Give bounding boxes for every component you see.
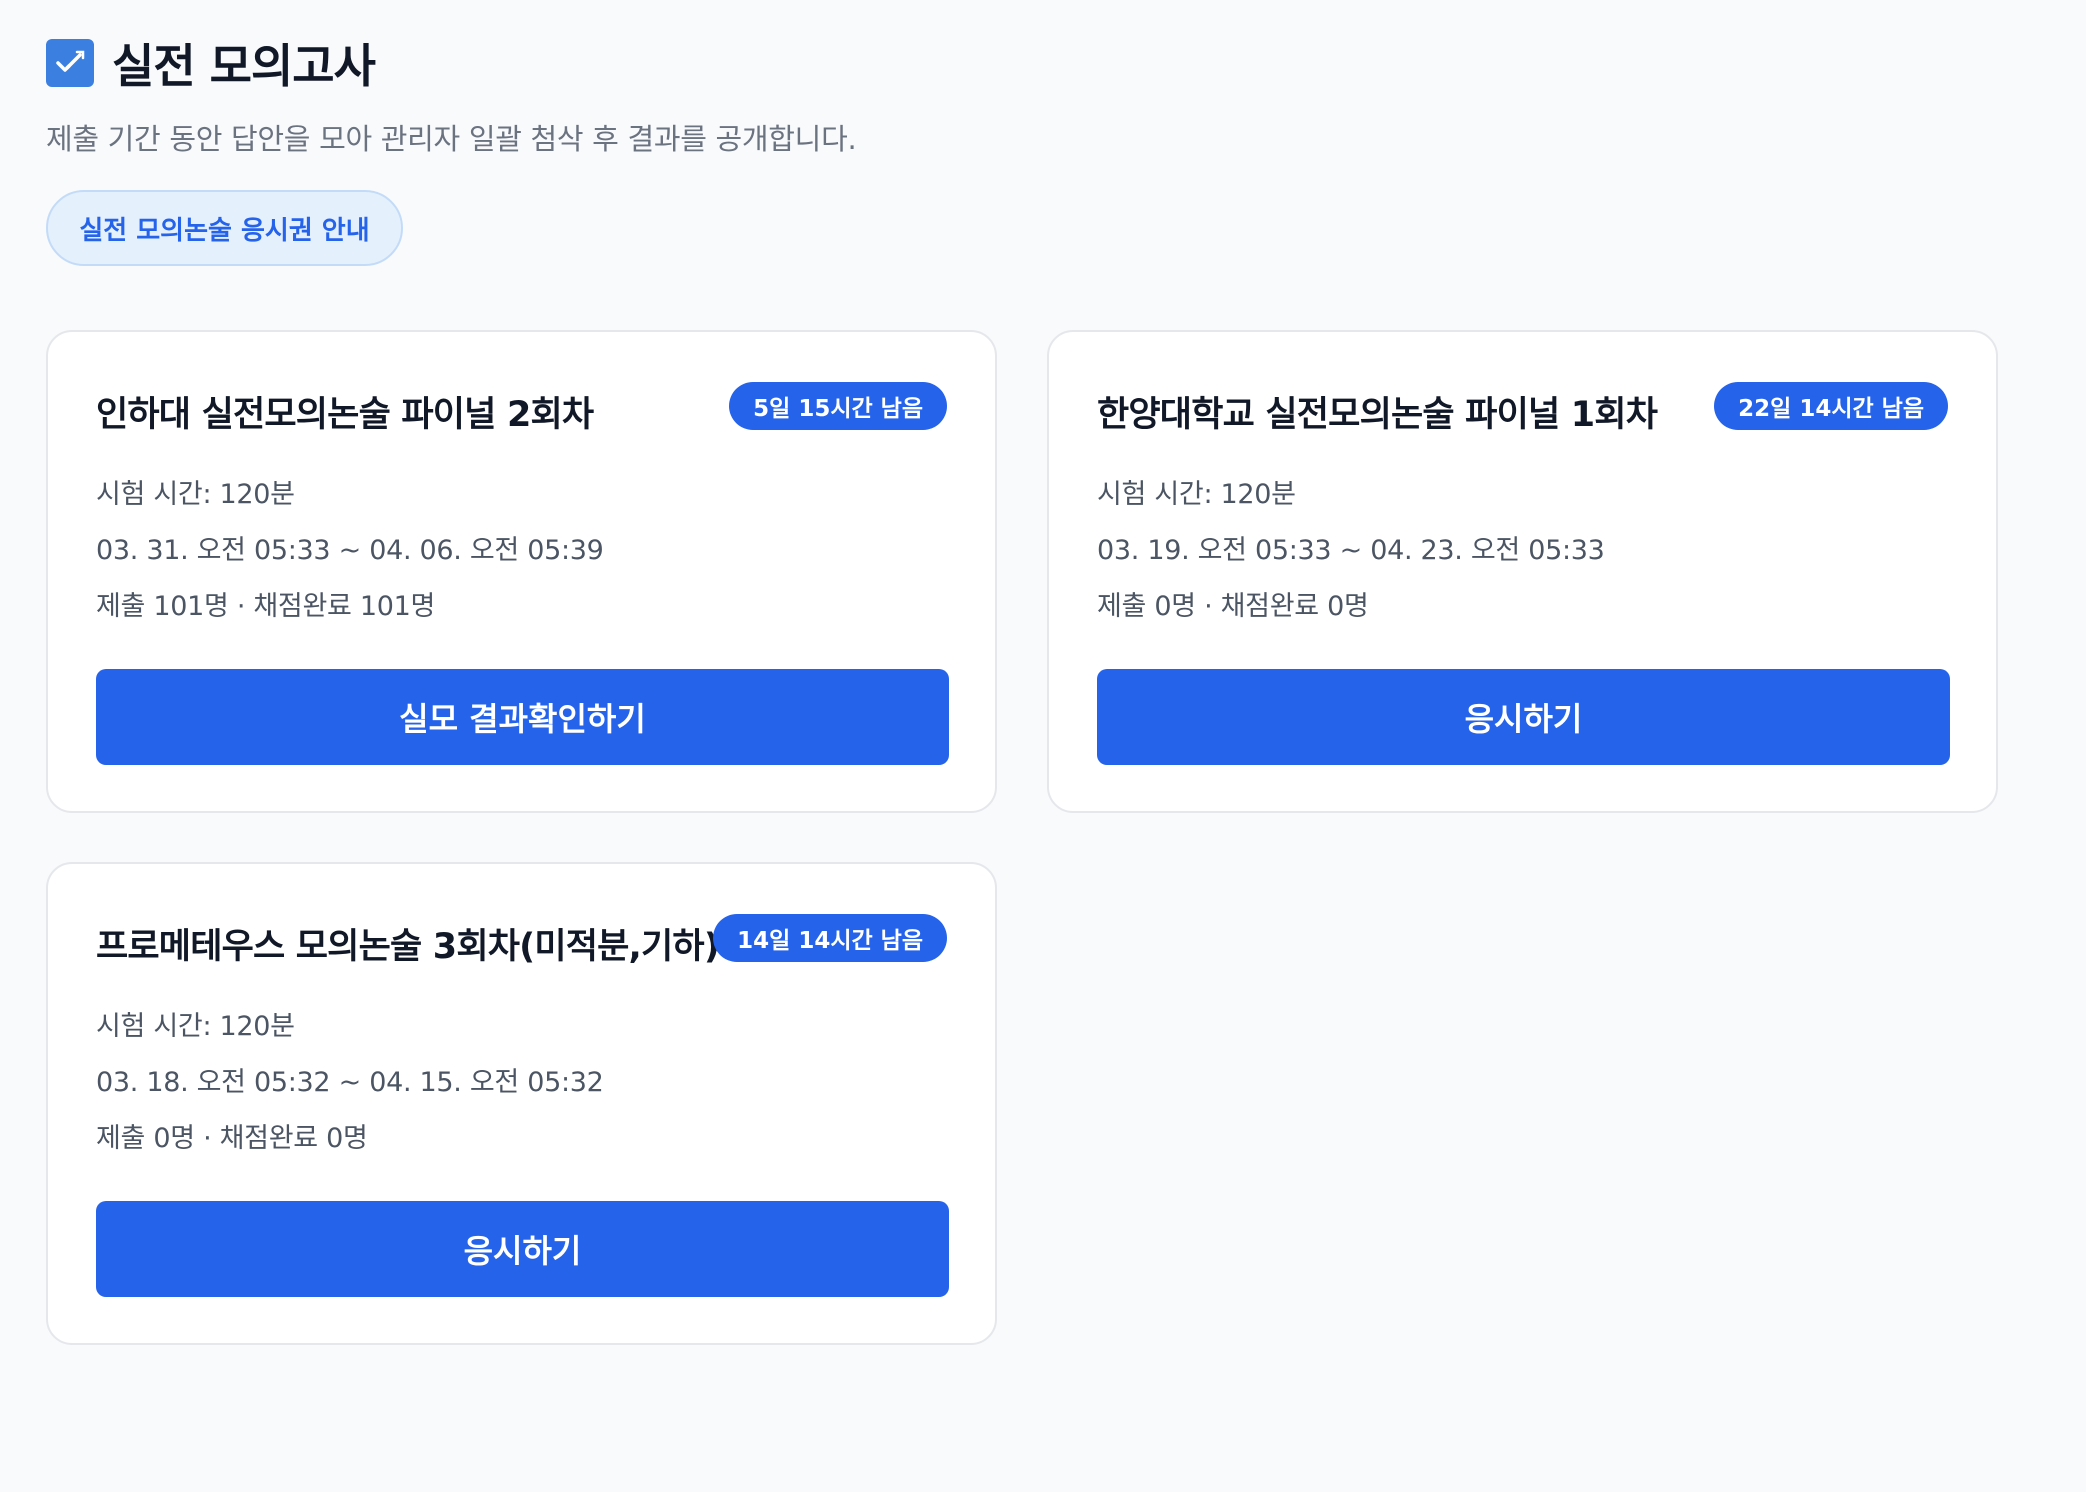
page-title: 실전 모의고사 — [112, 39, 376, 93]
time-remaining-badge: 14일 14시간 남음 — [713, 914, 947, 962]
exam-title: 프로메테우스 모의논술 3회차(미적분,기하) — [96, 927, 720, 967]
time-remaining-badge: 22일 14시간 남음 — [1714, 382, 1948, 430]
exam-period: 03. 31. 오전 05:33 ~ 04. 06. 오전 05:39 — [96, 535, 604, 566]
exam-duration: 시험 시간: 120분 — [96, 479, 295, 510]
voucher-info-button[interactable]: 실전 모의논술 응시권 안내 — [46, 190, 403, 266]
view-results-button[interactable]: 실모 결과확인하기 — [96, 669, 949, 765]
exam-duration: 시험 시간: 120분 — [96, 1011, 295, 1042]
exam-card: 프로메테우스 모의논술 3회차(미적분,기하) 14일 14시간 남음 시험 시… — [46, 862, 997, 1345]
exam-duration: 시험 시간: 120분 — [1097, 479, 1296, 510]
exam-period: 03. 18. 오전 05:32 ~ 04. 15. 오전 05:32 — [96, 1067, 604, 1098]
exam-title: 한양대학교 실전모의논술 파이널 1회차 — [1097, 395, 1658, 435]
exam-period: 03. 19. 오전 05:33 ~ 04. 23. 오전 05:33 — [1097, 535, 1605, 566]
take-exam-button[interactable]: 응시하기 — [96, 1201, 949, 1297]
page-header: 실전 모의고사 — [46, 30, 376, 96]
page-subtitle: 제출 기간 동안 답안을 모아 관리자 일괄 첨삭 후 결과를 공개합니다. — [46, 122, 857, 156]
exam-list-page: 실전 모의고사 제출 기간 동안 답안을 모아 관리자 일괄 첨삭 후 결과를 … — [0, 0, 2086, 1492]
time-remaining-badge: 5일 15시간 남음 — [729, 382, 947, 430]
exam-card: 한양대학교 실전모의논술 파이널 1회차 22일 14시간 남음 시험 시간: … — [1047, 330, 1998, 813]
take-exam-button[interactable]: 응시하기 — [1097, 669, 1950, 765]
exam-title: 인하대 실전모의논술 파이널 2회차 — [96, 395, 594, 435]
checkmark-pen-icon — [46, 39, 94, 87]
exam-stats: 제출 0명 · 채점완료 0명 — [1097, 591, 1369, 622]
exam-stats: 제출 101명 · 채점완료 101명 — [96, 591, 436, 622]
exam-stats: 제출 0명 · 채점완료 0명 — [96, 1123, 368, 1154]
exam-card: 인하대 실전모의논술 파이널 2회차 5일 15시간 남음 시험 시간: 120… — [46, 330, 997, 813]
